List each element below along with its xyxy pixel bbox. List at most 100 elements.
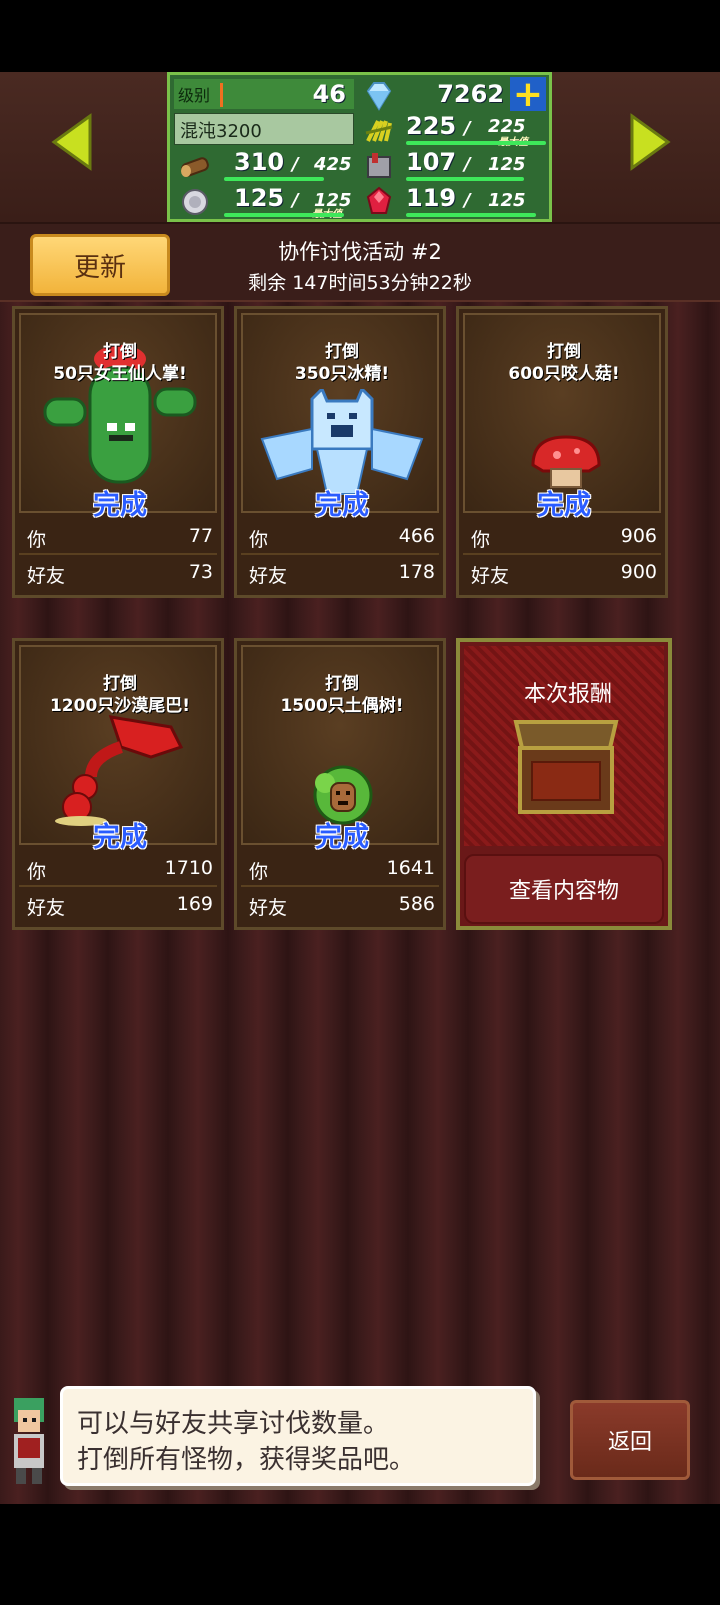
ore-bar — [406, 177, 524, 181]
friends-count: 169 — [176, 893, 213, 915]
friends-row: 好友 900 — [471, 561, 657, 589]
wood-icon — [181, 157, 209, 177]
complete-label: 完成 — [93, 822, 147, 853]
quest-card-art: 打倒 600只咬人菇! 完成 — [463, 313, 661, 521]
complete-label: 完成 — [315, 822, 369, 853]
add-gems-button[interactable]: + — [510, 74, 546, 115]
friends-label: 好友 — [471, 565, 510, 587]
reward-art: 本次报酬 — [464, 646, 664, 846]
quest-card-art: 打倒 50只女王仙人掌! 完成 — [19, 313, 219, 521]
you-row: 你 1641 — [249, 857, 435, 885]
friends-row: 好友 169 — [27, 893, 213, 921]
you-count: 1641 — [386, 857, 435, 879]
you-count: 466 — [398, 525, 435, 547]
friends-row: 好友 73 — [27, 561, 213, 589]
friends-count: 900 — [620, 561, 657, 583]
you-row: 你 466 — [249, 525, 435, 553]
ore-slash: / — [464, 153, 471, 175]
ore-max: 125 — [488, 153, 526, 175]
quest-card[interactable]: 打倒 1500只土偶树! 完成 你 1641 好友 586 — [234, 638, 446, 930]
you-label: 你 — [27, 529, 47, 551]
quest-title-line2: 600只咬人菇! — [508, 364, 620, 384]
prev-arrow-icon[interactable] — [50, 112, 94, 172]
friends-count: 73 — [188, 561, 213, 583]
wheat-value: 225 — [406, 112, 457, 140]
you-row: 你 77 — [27, 525, 213, 553]
wood-bar — [224, 177, 324, 181]
friends-count: 586 — [398, 893, 435, 915]
treasure-chest-icon — [513, 720, 619, 814]
complete-label: 完成 — [537, 490, 591, 521]
level-label: 级别 — [178, 86, 211, 105]
friends-row: 好友 178 — [249, 561, 435, 589]
complete-label: 完成 — [93, 490, 147, 521]
quest-title: 打倒 350只冰精! — [243, 341, 441, 385]
ruby-max: 125 — [488, 189, 526, 211]
you-label: 你 — [471, 529, 491, 551]
quest-title-line2: 50只女王仙人掌! — [53, 364, 187, 384]
quest-title-line2: 1200只沙漠尾巴! — [49, 696, 191, 716]
wheat-slash: / — [464, 117, 471, 139]
you-label: 你 — [249, 861, 269, 883]
quest-card[interactable]: 打倒 50只女王仙人掌! 完成 你 77 好友 73 — [12, 306, 224, 598]
quest-card-art: 打倒 350只冰精! 完成 — [241, 313, 441, 521]
chaos-level: 混沌3200 — [180, 121, 262, 142]
event-title: 协作讨伐活动 #2 — [278, 240, 442, 264]
reward-title: 本次报酬 — [523, 682, 612, 707]
view-contents-button[interactable]: 查看内容物 — [464, 854, 664, 924]
row-divider — [19, 885, 217, 887]
level-bar — [220, 83, 223, 107]
ruby-slash: / — [464, 189, 471, 211]
return-button[interactable]: 返回 — [570, 1400, 690, 1480]
wood-max: 425 — [314, 153, 352, 175]
row-divider — [19, 553, 217, 555]
desert-tail-icon — [55, 715, 184, 826]
wheat-icon — [365, 120, 393, 142]
gem-count: 7262 — [437, 80, 504, 108]
dialog-line-2: 打倒所有怪物，获得奖品吧。 — [77, 1445, 416, 1475]
quest-card-art: 打倒 1200只沙漠尾巴! 完成 — [19, 645, 219, 853]
resource-bar: 级别 46 7262 + 混沌3200 225 / 225 最大值 — [0, 72, 720, 224]
you-label: 你 — [27, 861, 47, 883]
friends-label: 好友 — [249, 565, 288, 587]
quest-title: 打倒 50只女王仙人掌! — [21, 341, 219, 385]
quest-title-line1: 打倒 — [325, 674, 359, 694]
you-count: 77 — [188, 525, 213, 547]
complete-label: 完成 — [315, 490, 369, 521]
reward-card: 本次报酬 查看内容物 — [456, 638, 672, 930]
quest-title: 打倒 1500只土偶树! — [243, 673, 441, 717]
quest-card[interactable]: 打倒 1200只沙漠尾巴! 完成 你 1710 好友 169 — [12, 638, 224, 930]
quest-card[interactable]: 打倒 600只咬人菇! 完成 你 906 好友 900 — [456, 306, 668, 598]
quest-card[interactable]: 打倒 350只冰精! 完成 你 466 好友 178 — [234, 306, 446, 598]
dialog-box: 可以与好友共享讨伐数量。 打倒所有怪物，获得奖品吧。 — [60, 1386, 536, 1486]
quest-title-line1: 打倒 — [547, 342, 581, 362]
ruby-bar — [406, 213, 536, 217]
you-count: 906 — [620, 525, 657, 547]
quest-title-line1: 打倒 — [103, 674, 137, 694]
coin-bar — [224, 213, 344, 217]
row-divider — [241, 553, 439, 555]
event-header: 更新 协作讨伐活动 #2 剩余 147时间53分钟22秒 — [0, 224, 720, 302]
ruby-icon — [366, 186, 392, 214]
row-divider — [463, 553, 661, 555]
ruby-value: 119 — [406, 184, 457, 212]
coin-slash: / — [292, 189, 299, 211]
quest-title-line2: 350只冰精! — [294, 364, 390, 384]
quest-title: 打倒 1200只沙漠尾巴! — [21, 673, 219, 717]
friends-label: 好友 — [249, 897, 288, 919]
next-arrow-icon[interactable] — [628, 112, 672, 172]
ore-icon — [367, 153, 391, 178]
you-row: 你 1710 — [27, 857, 213, 885]
friends-row: 好友 586 — [249, 893, 435, 921]
dialog-line-1: 可以与好友共享讨伐数量。 — [77, 1409, 390, 1439]
friends-label: 好友 — [27, 565, 66, 587]
ore-value: 107 — [406, 148, 457, 176]
stats-panel: 级别 46 7262 + 混沌3200 225 / 225 最大值 — [167, 72, 552, 222]
row-divider — [241, 885, 439, 887]
update-button[interactable]: 更新 — [30, 234, 170, 296]
friends-label: 好友 — [27, 897, 66, 919]
quest-card-art: 打倒 1500只土偶树! 完成 — [241, 645, 441, 853]
you-label: 你 — [249, 529, 269, 551]
wood-value: 310 — [234, 148, 285, 176]
level-value: 46 — [312, 80, 346, 108]
